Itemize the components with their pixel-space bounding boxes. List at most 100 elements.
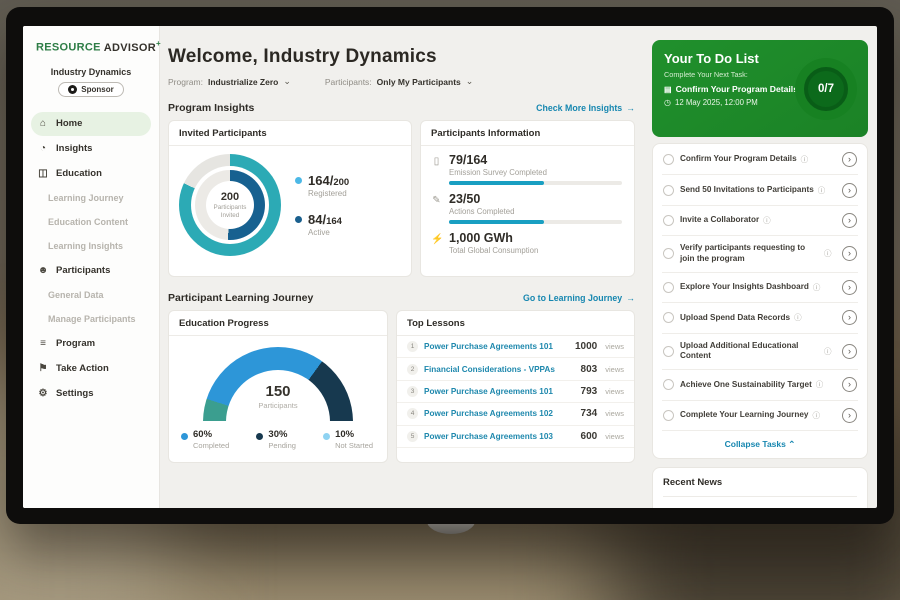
legend-value: 84/ bbox=[308, 212, 326, 227]
recent-news-title: Recent News bbox=[663, 477, 857, 497]
lesson-link[interactable]: Power Purchase Agreements 101 bbox=[424, 387, 575, 396]
progress-bar bbox=[449, 220, 622, 224]
info-icon[interactable]: ⓘ bbox=[824, 346, 832, 357]
task-checkbox[interactable] bbox=[663, 154, 674, 165]
task-item[interactable]: Send 50 Invitations to Participants ⓘ › bbox=[662, 175, 858, 205]
task-checkbox[interactable] bbox=[663, 248, 674, 259]
todo-panel: Your To Do List Complete Your Next Task:… bbox=[652, 40, 868, 137]
stat-row: ▯ 79/164 Emission Survey Completed bbox=[431, 153, 622, 185]
task-label: Send 50 Invitations to Participants bbox=[680, 185, 814, 196]
gauge-legend: 60% Completed 30% Pending bbox=[169, 421, 387, 450]
lesson-row: 5 Power Purchase Agreements 103 600 view… bbox=[397, 426, 634, 448]
sidebar-item-label: General Data bbox=[48, 290, 104, 300]
sidebar-nav: ⌂ Home ◔ Insights ◫ Education bbox=[23, 112, 159, 406]
task-item[interactable]: Complete Your Learning Journey ⓘ › bbox=[662, 401, 858, 431]
invited-participants-card: Invited Participants 200 Participants In… bbox=[168, 120, 412, 277]
legend-value: 164/ bbox=[308, 173, 333, 188]
lesson-link[interactable]: Financial Considerations - VPPAs bbox=[424, 365, 575, 374]
task-item[interactable]: Confirm Your Program Details ⓘ › bbox=[662, 145, 858, 175]
lesson-views: 600 bbox=[581, 431, 598, 442]
sidebar-item-label: Learning Journey bbox=[48, 193, 124, 203]
info-icon[interactable]: ⓘ bbox=[794, 312, 802, 323]
page-title: Welcome, Industry Dynamics bbox=[168, 46, 635, 68]
org-name: Industry Dynamics bbox=[23, 67, 159, 77]
clock-icon: ◷ bbox=[664, 98, 671, 107]
task-item[interactable]: Upload Spend Data Records ⓘ › bbox=[662, 303, 858, 333]
invited-participants-donut-chart: 200 Participants Invited bbox=[179, 154, 281, 256]
task-checkbox[interactable] bbox=[663, 282, 674, 293]
sidebar-item[interactable]: ⚙ Settings bbox=[31, 382, 151, 406]
lesson-views-suffix: views bbox=[605, 365, 624, 374]
task-checkbox[interactable] bbox=[663, 185, 674, 196]
legend-item: 84/164 Active bbox=[295, 212, 349, 237]
home-icon: ⌂ bbox=[37, 119, 49, 129]
task-chevron-button[interactable]: › bbox=[842, 377, 857, 392]
legend-item: 30% Pending bbox=[256, 429, 296, 450]
energy-icon: ⚡ bbox=[431, 234, 442, 255]
collapse-tasks-link[interactable]: Collapse Tasks ⌃ bbox=[662, 431, 858, 457]
task-label: Complete Your Learning Journey bbox=[680, 410, 808, 421]
sidebar-item[interactable]: General Data bbox=[31, 284, 151, 307]
task-chevron-button[interactable]: › bbox=[842, 280, 857, 295]
donut-legend: 164/200 Registered 84/164 Active bbox=[295, 173, 349, 237]
task-item[interactable]: Explore Your Insights Dashboard ⓘ › bbox=[662, 273, 858, 303]
participants-filter[interactable]: Participants: Only My Participants ⌄ bbox=[325, 77, 473, 87]
info-icon[interactable]: ⓘ bbox=[818, 185, 826, 196]
check-more-insights-link[interactable]: Check More Insights → bbox=[536, 103, 635, 113]
sponsor-badge[interactable]: Sponsor bbox=[58, 82, 123, 97]
task-checkbox[interactable] bbox=[663, 346, 674, 357]
sidebar-item[interactable]: Learning Journey bbox=[31, 187, 151, 210]
task-checkbox[interactable] bbox=[663, 312, 674, 323]
task-checkbox[interactable] bbox=[663, 215, 674, 226]
lesson-link[interactable]: Power Purchase Agreements 103 bbox=[424, 432, 575, 441]
sidebar-item-label: Settings bbox=[56, 388, 93, 399]
task-chevron-button[interactable]: › bbox=[842, 246, 857, 261]
sidebar-item[interactable]: ◫ Education bbox=[31, 162, 151, 186]
task-checkbox[interactable] bbox=[663, 379, 674, 390]
info-icon[interactable]: ⓘ bbox=[824, 248, 832, 259]
lesson-link[interactable]: Power Purchase Agreements 102 bbox=[424, 409, 575, 418]
chevron-right-icon: › bbox=[848, 346, 851, 356]
sidebar-item[interactable]: ◔ Insights bbox=[31, 137, 151, 161]
lesson-rank: 2 bbox=[407, 364, 418, 375]
lesson-views-suffix: views bbox=[605, 342, 624, 351]
sidebar-item[interactable]: Education Content bbox=[31, 211, 151, 234]
task-item[interactable]: Upload Additional Educational Content ⓘ … bbox=[662, 334, 858, 371]
info-icon[interactable]: ⓘ bbox=[813, 282, 821, 293]
task-chevron-button[interactable]: › bbox=[842, 408, 857, 423]
lesson-link[interactable]: Power Purchase Agreements 101 bbox=[424, 342, 569, 351]
info-icon[interactable]: ⓘ bbox=[812, 410, 820, 421]
arrow-right-icon: → bbox=[626, 103, 635, 113]
task-chevron-button[interactable]: › bbox=[842, 344, 857, 359]
tasks-list: Confirm Your Program Details ⓘ › Send 50… bbox=[652, 143, 868, 459]
chevron-down-icon[interactable]: ⌄ bbox=[283, 76, 291, 87]
info-icon[interactable]: ⓘ bbox=[801, 154, 809, 165]
gauge-center-value: 150 bbox=[265, 383, 290, 400]
collapse-up-icon: ⌃ bbox=[788, 439, 795, 449]
sidebar-item[interactable]: ⌂ Home bbox=[31, 112, 151, 136]
task-chevron-button[interactable]: › bbox=[842, 183, 857, 198]
education-progress-card: Education Progress 150 Participants bbox=[168, 310, 388, 463]
sidebar-item[interactable]: ☻ Participants bbox=[31, 259, 151, 283]
task-chevron-button[interactable]: › bbox=[842, 213, 857, 228]
task-checkbox[interactable] bbox=[663, 410, 674, 421]
sidebar-item[interactable]: ≡ Program bbox=[31, 332, 151, 356]
sidebar-item[interactable]: Learning Insights bbox=[31, 235, 151, 258]
task-item[interactable]: Achieve One Sustainability Target ⓘ › bbox=[662, 370, 858, 400]
task-item[interactable]: Verify participants requesting to join t… bbox=[662, 236, 858, 273]
go-to-learning-journey-link[interactable]: Go to Learning Journey → bbox=[523, 293, 635, 303]
task-item[interactable]: Invite a Collaborator ⓘ › bbox=[662, 206, 858, 236]
task-chevron-button[interactable]: › bbox=[842, 152, 857, 167]
info-icon[interactable]: ⓘ bbox=[763, 215, 771, 226]
actions-icon: ✎ bbox=[431, 195, 442, 224]
chevron-down-icon[interactable]: ⌄ bbox=[466, 76, 474, 87]
sponsor-label: Sponsor bbox=[81, 85, 113, 94]
task-chevron-button[interactable]: › bbox=[842, 310, 857, 325]
info-icon[interactable]: ⓘ bbox=[816, 379, 824, 390]
stat-label: Emission Survey Completed bbox=[449, 168, 622, 177]
program-filter[interactable]: Program: Industrialize Zero ⌄ bbox=[168, 77, 291, 87]
task-label: Upload Spend Data Records bbox=[680, 313, 790, 324]
sidebar-item[interactable]: Manage Participants bbox=[31, 308, 151, 331]
lesson-row: 3 Power Purchase Agreements 101 793 view… bbox=[397, 381, 634, 403]
sidebar-item[interactable]: ⚑ Take Action bbox=[31, 357, 151, 381]
